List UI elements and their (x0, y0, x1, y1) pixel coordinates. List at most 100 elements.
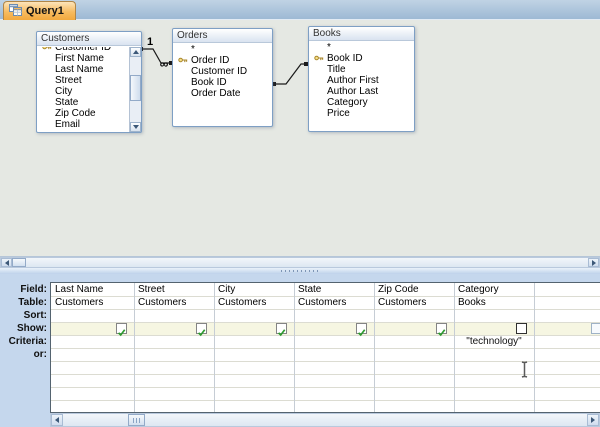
field-label: Last Name (55, 64, 104, 75)
design-grid: Last Name Customers Street Customers City Cus… (50, 282, 600, 413)
arrow-up-icon (132, 50, 139, 54)
field-label: Order ID (191, 55, 230, 66)
field-cell-4[interactable]: Zip Code (374, 283, 454, 296)
show-checkbox-5[interactable] (516, 323, 527, 334)
table-cell-0[interactable]: Customers (51, 296, 134, 309)
table-title: Customers (37, 32, 141, 46)
design-horizontal-scrollbar[interactable] (0, 257, 600, 268)
sort-cell-5[interactable] (454, 309, 534, 322)
field-item--[interactable]: * (174, 44, 271, 55)
field-item-zip-code[interactable]: Zip Code (38, 108, 140, 119)
field-item-customer-id[interactable]: Customer ID (174, 66, 271, 77)
table-cell-5[interactable]: Books (454, 296, 534, 309)
field-item-first-name[interactable]: First Name (38, 53, 140, 64)
scroll-up-button[interactable] (130, 47, 141, 57)
field-label: Zip Code (55, 108, 96, 119)
row-label-sort: Sort: (23, 310, 47, 321)
row-label-criteria: Criteria: (8, 336, 47, 347)
table-cell-1[interactable]: Customers (134, 296, 214, 309)
field-item-book-id[interactable]: Book ID (310, 53, 413, 64)
or-cell-3[interactable] (295, 348, 373, 361)
show-checkbox-0[interactable] (116, 323, 127, 337)
row-label-show: Show: (17, 323, 47, 334)
or-cell-0[interactable] (52, 348, 133, 361)
scroll-left-button[interactable] (51, 414, 63, 426)
or-cell-1[interactable] (135, 348, 213, 361)
table-box-orders[interactable]: Orders * Order ID Customer ID Book ID Order D… (172, 28, 273, 127)
field-item-book-id[interactable]: Book ID (174, 77, 271, 88)
sort-cell-2[interactable] (214, 309, 294, 322)
field-cell-5[interactable]: Category (454, 283, 534, 296)
table-box-customers[interactable]: Customers Customer ID First Name Last Name S… (36, 31, 142, 133)
field-item-email[interactable]: Email (38, 119, 140, 130)
arrow-right-icon (591, 259, 596, 266)
sort-cell-1[interactable] (134, 309, 214, 322)
scroll-right-button[interactable] (588, 258, 599, 267)
show-checkbox-4[interactable] (436, 323, 447, 337)
field-item-city[interactable]: City (38, 86, 140, 97)
field-item--[interactable]: * (310, 42, 413, 53)
show-checkbox-1[interactable] (196, 323, 207, 337)
or-cell-4[interactable] (375, 348, 453, 361)
field-item-author-first[interactable]: Author First (310, 75, 413, 86)
row-label-table: Table: (18, 297, 47, 308)
splitter-grip-dots (281, 270, 319, 272)
sort-cell-4[interactable] (374, 309, 454, 322)
show-checkbox-new-column[interactable] (591, 323, 600, 334)
show-checkbox-3[interactable] (356, 323, 367, 337)
field-item-order-date[interactable]: Order Date (174, 88, 271, 99)
access-query-design-window: Query1 1 ∞ Customers Customer ID First Name… (0, 0, 600, 427)
table-field-list: * Order ID Customer ID Book ID Order Date (174, 44, 271, 125)
tab-query1[interactable]: Query1 (3, 1, 76, 20)
field-label: Book ID (191, 77, 227, 88)
arrow-right-icon (591, 417, 595, 423)
field-item-street[interactable]: Street (38, 75, 140, 86)
table-title: Orders (173, 29, 272, 43)
field-cell-0[interactable]: Last Name (51, 283, 134, 296)
scroll-right-button[interactable] (587, 414, 599, 426)
tab-bar: Query1 (0, 0, 600, 20)
field-item-category[interactable]: Category (310, 97, 413, 108)
field-label: * (191, 44, 195, 55)
or-cell-2[interactable] (215, 348, 293, 361)
criteria-cell-1[interactable] (135, 335, 213, 348)
table-cell-2[interactable]: Customers (214, 296, 294, 309)
table-title: Books (309, 27, 414, 41)
field-label: Title (327, 64, 346, 75)
sort-cell-3[interactable] (294, 309, 374, 322)
table-cell-3[interactable]: Customers (294, 296, 374, 309)
field-cell-1[interactable]: Street (134, 283, 214, 296)
field-item-last-name[interactable]: Last Name (38, 64, 140, 75)
table-list-scrollbar[interactable] (129, 47, 141, 132)
scroll-left-button[interactable] (1, 258, 12, 267)
sort-cell-0[interactable] (51, 309, 134, 322)
scroll-thumb[interactable] (128, 414, 145, 426)
field-item-author-last[interactable]: Author Last (310, 86, 413, 97)
show-checkbox-2[interactable] (276, 323, 287, 337)
criteria-cell-0[interactable] (52, 335, 133, 348)
scroll-thumb[interactable] (130, 75, 141, 101)
field-label: Order Date (191, 88, 241, 99)
scroll-thumb[interactable] (12, 258, 26, 267)
grid-horizontal-scrollbar[interactable] (50, 413, 600, 427)
svg-text:∞: ∞ (160, 57, 169, 71)
field-cell-3[interactable]: State (294, 283, 374, 296)
field-item-order-id[interactable]: Order ID (174, 55, 271, 66)
field-item-price[interactable]: Price (310, 108, 413, 119)
field-label: Book ID (327, 53, 363, 64)
scroll-down-button[interactable] (130, 122, 141, 132)
text-cursor (521, 361, 528, 378)
grid-row-labels: Field: Table: Sort: Show: Criteria: or: (0, 283, 47, 361)
field-item-title[interactable]: Title (310, 64, 413, 75)
field-label: First Name (55, 53, 104, 64)
field-item-state[interactable]: State (38, 97, 140, 108)
criteria-cell-5[interactable]: "technology" (455, 335, 533, 348)
arrow-down-icon (132, 125, 139, 129)
table-cell-4[interactable]: Customers (374, 296, 454, 309)
field-cell-2[interactable]: City (214, 283, 294, 296)
table-box-books[interactable]: Books * Book ID Title Author First Author Las… (308, 26, 415, 132)
field-label: State (55, 97, 79, 108)
criteria-cell-3[interactable] (295, 335, 373, 348)
criteria-cell-4[interactable] (375, 335, 453, 348)
criteria-cell-2[interactable] (215, 335, 293, 348)
